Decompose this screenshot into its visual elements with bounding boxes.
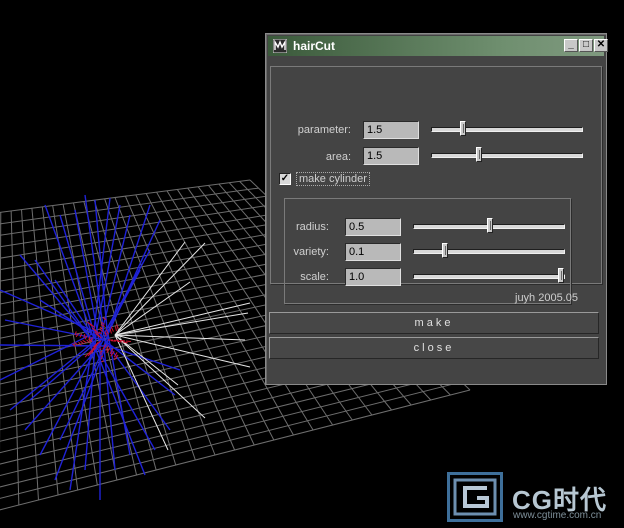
close-window-button[interactable]: ✕ [594,39,608,52]
watermark-url: www.cgtime.com.cn [513,510,602,521]
radius-field[interactable]: 0.5 [345,218,401,236]
maximize-button[interactable]: □ [579,39,593,52]
window-title: hairCut [293,39,335,53]
variety-slider-thumb[interactable] [442,243,448,258]
variety-field[interactable]: 0.1 [345,243,401,261]
area-field[interactable]: 1.5 [363,147,419,165]
parameter-field[interactable]: 1.5 [363,121,419,139]
area-slider[interactable] [431,145,583,165]
variety-slider[interactable] [413,241,565,261]
radius-slider-thumb[interactable] [487,218,493,233]
variety-label: variety: [293,246,329,258]
scale-field[interactable]: 1.0 [345,268,401,286]
author-credit: juyh 2005.05 [515,292,578,304]
title-bar[interactable]: hairCut _ □ ✕ [268,36,608,56]
cylinder-options-frame: radius: 0.5 variety: 0.1 scale: 1.0 [284,198,571,304]
main-options-frame: parameter: 1.5 area: 1.5 ✓ make cylinder… [270,66,602,304]
make-cylinder-label[interactable]: make cylinder [296,172,370,186]
scale-slider[interactable] [413,266,565,286]
parameter-slider-thumb[interactable] [460,121,466,136]
haircut-window: hairCut _ □ ✕ parameter: 1.5 area: 1.5 ✓… [265,33,608,385]
scale-slider-thumb[interactable] [558,268,564,283]
cgtime-logo [447,472,503,522]
make-cylinder-checkbox[interactable]: ✓ [279,173,291,185]
minimize-button[interactable]: _ [564,39,578,52]
parameter-label: parameter: [297,124,351,136]
scale-label: scale: [300,271,329,283]
make-button[interactable]: make [269,312,599,334]
radius-slider[interactable] [413,216,565,236]
area-label: area: [325,151,351,163]
radius-label: radius: [295,221,329,233]
maya-logo-icon [273,39,287,53]
close-button[interactable]: close [269,337,599,359]
area-slider-thumb[interactable] [476,147,482,162]
parameter-slider[interactable] [431,119,583,139]
